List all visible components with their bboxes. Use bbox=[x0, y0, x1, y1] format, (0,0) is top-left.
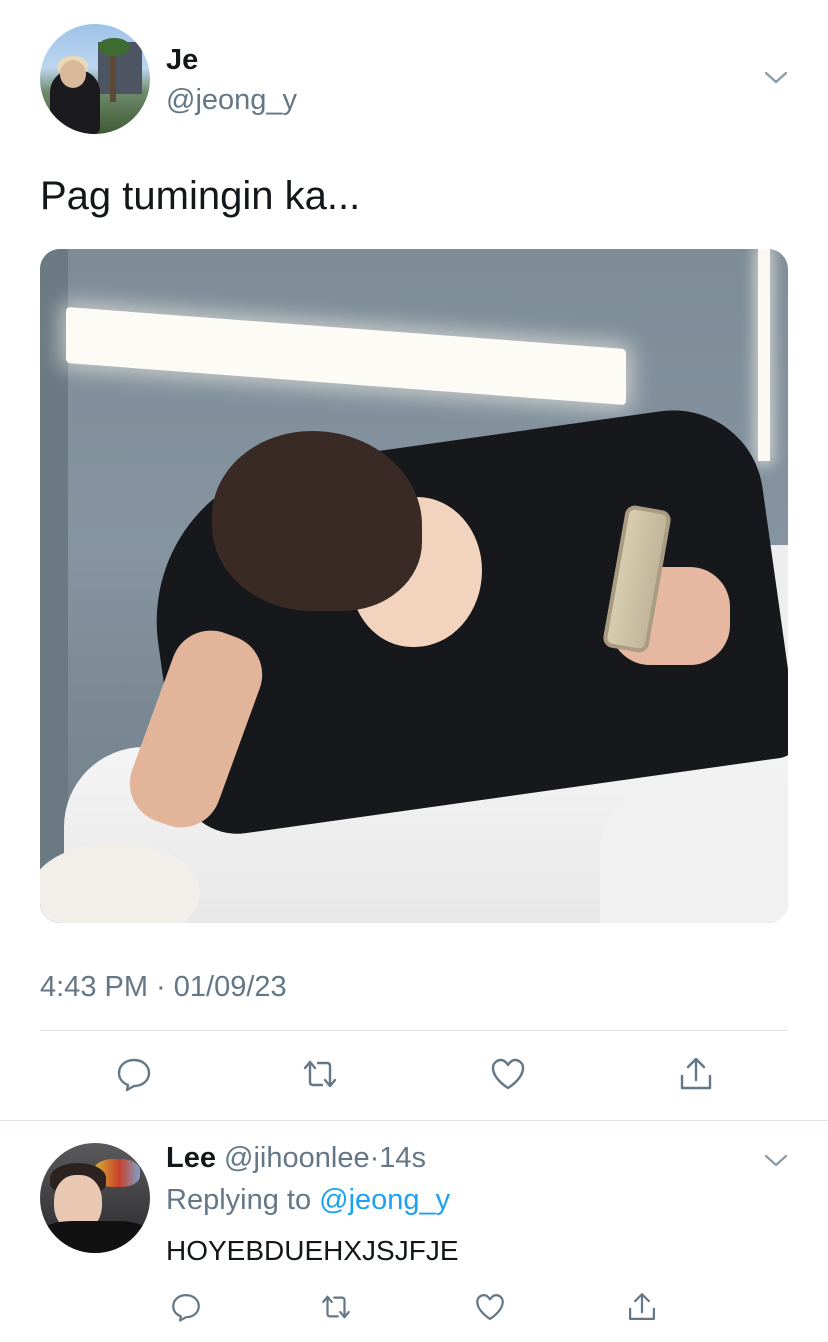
tweet-photo[interactable] bbox=[40, 249, 788, 923]
reply-actions bbox=[0, 1285, 828, 1325]
replying-to-mention[interactable]: @jeong_y bbox=[319, 1184, 450, 1216]
heart-icon[interactable] bbox=[486, 1052, 530, 1096]
tweet-options-chevron-icon[interactable] bbox=[763, 64, 789, 90]
author-name[interactable]: Je bbox=[166, 42, 198, 78]
retweet-icon[interactable] bbox=[298, 1052, 342, 1096]
share-icon[interactable] bbox=[674, 1052, 718, 1096]
reply-text: HOYEBDUEHXJSJFJE bbox=[166, 1235, 459, 1266]
share-icon[interactable] bbox=[620, 1285, 664, 1329]
replying-to-line: Replying to @jeong_y bbox=[166, 1181, 450, 1219]
reply-options-chevron-icon[interactable] bbox=[763, 1147, 789, 1173]
reply-header: Lee @jihoonlee·14s bbox=[166, 1139, 426, 1177]
reply-icon[interactable] bbox=[112, 1052, 156, 1096]
retweet-icon[interactable] bbox=[314, 1285, 358, 1329]
replying-to-label: Replying to bbox=[166, 1184, 312, 1216]
author-avatar[interactable] bbox=[40, 24, 150, 134]
author-handle[interactable]: @jeong_y bbox=[166, 82, 297, 118]
reply-separator: · bbox=[369, 1142, 380, 1174]
reply-author-name[interactable]: Lee bbox=[166, 1142, 216, 1174]
reply-icon[interactable] bbox=[164, 1285, 208, 1329]
divider bbox=[40, 1030, 788, 1031]
tweet-timestamp[interactable]: 4:43 PM · 01/09/23 bbox=[40, 968, 287, 1006]
reply-author-avatar[interactable] bbox=[40, 1143, 150, 1253]
reply-age: 14s bbox=[379, 1142, 427, 1174]
tweet-text: Pag tumingin ka... bbox=[40, 174, 361, 218]
tweet-actions bbox=[0, 1052, 828, 1102]
main-tweet: Je @jeong_y Pag tumingin ka... 4:43 PM ·… bbox=[0, 0, 828, 1120]
reply-author-handle[interactable]: @jihoonlee bbox=[224, 1142, 370, 1174]
heart-icon[interactable] bbox=[468, 1285, 512, 1329]
reply-tweet[interactable]: Lee @jihoonlee·14s Replying to @jeong_y … bbox=[0, 1121, 828, 1342]
